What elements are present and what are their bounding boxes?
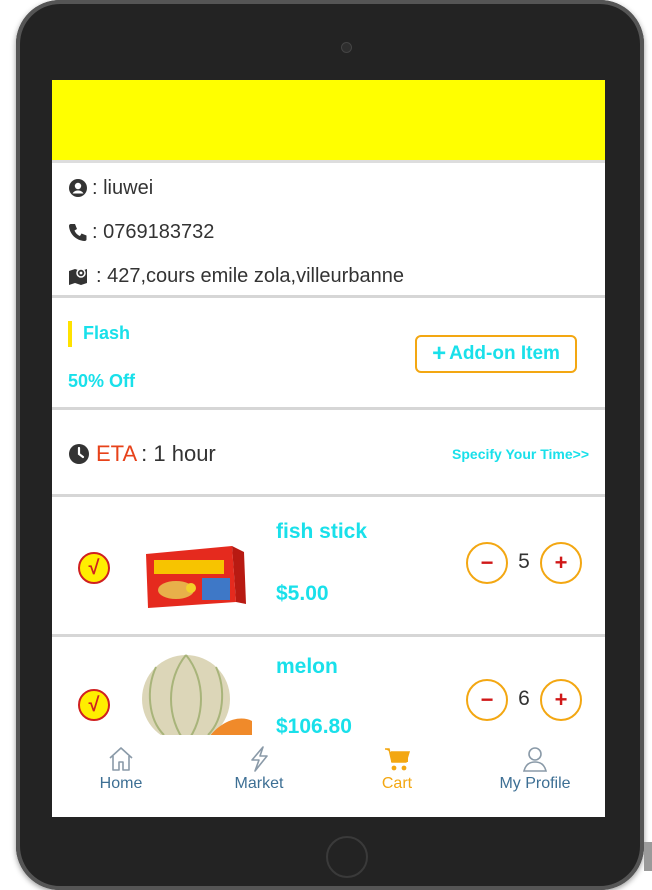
delivery-address: : 427,cours emile zola,villeurbanne	[96, 264, 404, 287]
flash-tag: Flash	[83, 323, 131, 343]
increase-quantity-button[interactable]: +	[540, 679, 582, 721]
phone-icon	[69, 224, 87, 241]
specify-time-link[interactable]: Specify Your Time>>	[452, 446, 589, 462]
decrease-quantity-button[interactable]: −	[466, 679, 508, 721]
tab-home[interactable]: Home	[66, 745, 176, 793]
device-home-button[interactable]	[326, 836, 368, 878]
item-name[interactable]: melon	[276, 655, 338, 679]
item-quantity: 6	[518, 687, 530, 710]
user-name: : liuwei	[92, 176, 154, 199]
cart-item: √ fish stick $5.00 − 5 +	[52, 500, 605, 637]
tab-cart[interactable]: Cart	[342, 745, 452, 793]
phone-number: : 0769183732	[92, 220, 215, 243]
map-location-icon	[69, 268, 87, 285]
home-icon	[109, 747, 133, 771]
item-quantity: 5	[518, 550, 530, 573]
add-on-item-button[interactable]: + Add-on Item	[415, 335, 577, 373]
item-checkbox[interactable]: √	[78, 552, 110, 584]
plus-icon: +	[432, 340, 447, 367]
camera-dot	[341, 42, 352, 53]
promo-section: Flash 50% Off + Add-on Item	[52, 301, 605, 410]
tab-label: Market	[234, 775, 284, 792]
eta-label: ETA	[96, 441, 138, 466]
fish-stick-image	[136, 516, 254, 620]
eta-value: : 1 hour	[141, 441, 216, 466]
item-price: $5.00	[276, 582, 329, 605]
tab-label: Cart	[381, 775, 413, 792]
top-banner	[52, 80, 605, 163]
discount-text: 50% Off	[68, 371, 136, 391]
clock-icon	[69, 444, 89, 464]
bottom-tab-bar: Home Market Cart My Profile	[52, 735, 605, 817]
increase-quantity-button[interactable]: +	[540, 542, 582, 584]
eta-section: ETA : 1 hour Specify Your Time>>	[52, 413, 605, 497]
user-icon	[522, 747, 548, 772]
eta-info: ETA : 1 hour	[68, 441, 216, 467]
phone-row: : 0769183732	[68, 220, 214, 244]
bolt-icon	[251, 746, 268, 772]
decrease-quantity-button[interactable]: −	[466, 542, 508, 584]
cart-icon	[385, 748, 411, 771]
app-screen: : liuwei : 0769183732 : 427,cours emile …	[52, 80, 605, 817]
item-name[interactable]: fish stick	[276, 520, 367, 544]
tab-label: My Profile	[499, 775, 571, 792]
address-row: : 427,cours emile zola,villeurbanne	[68, 264, 404, 288]
tab-my-profile[interactable]: My Profile	[480, 745, 590, 793]
delivery-info: : liuwei : 0769183732 : 427,cours emile …	[52, 166, 605, 298]
tab-label: Home	[99, 775, 143, 792]
add-on-label: Add-on Item	[449, 343, 560, 364]
tab-market[interactable]: Market	[204, 745, 314, 793]
background-corner	[644, 842, 652, 871]
user-name-row: : liuwei	[68, 176, 153, 200]
user-circle-icon	[69, 179, 87, 197]
item-checkbox[interactable]: √	[78, 689, 110, 721]
flash-marker	[68, 321, 72, 347]
